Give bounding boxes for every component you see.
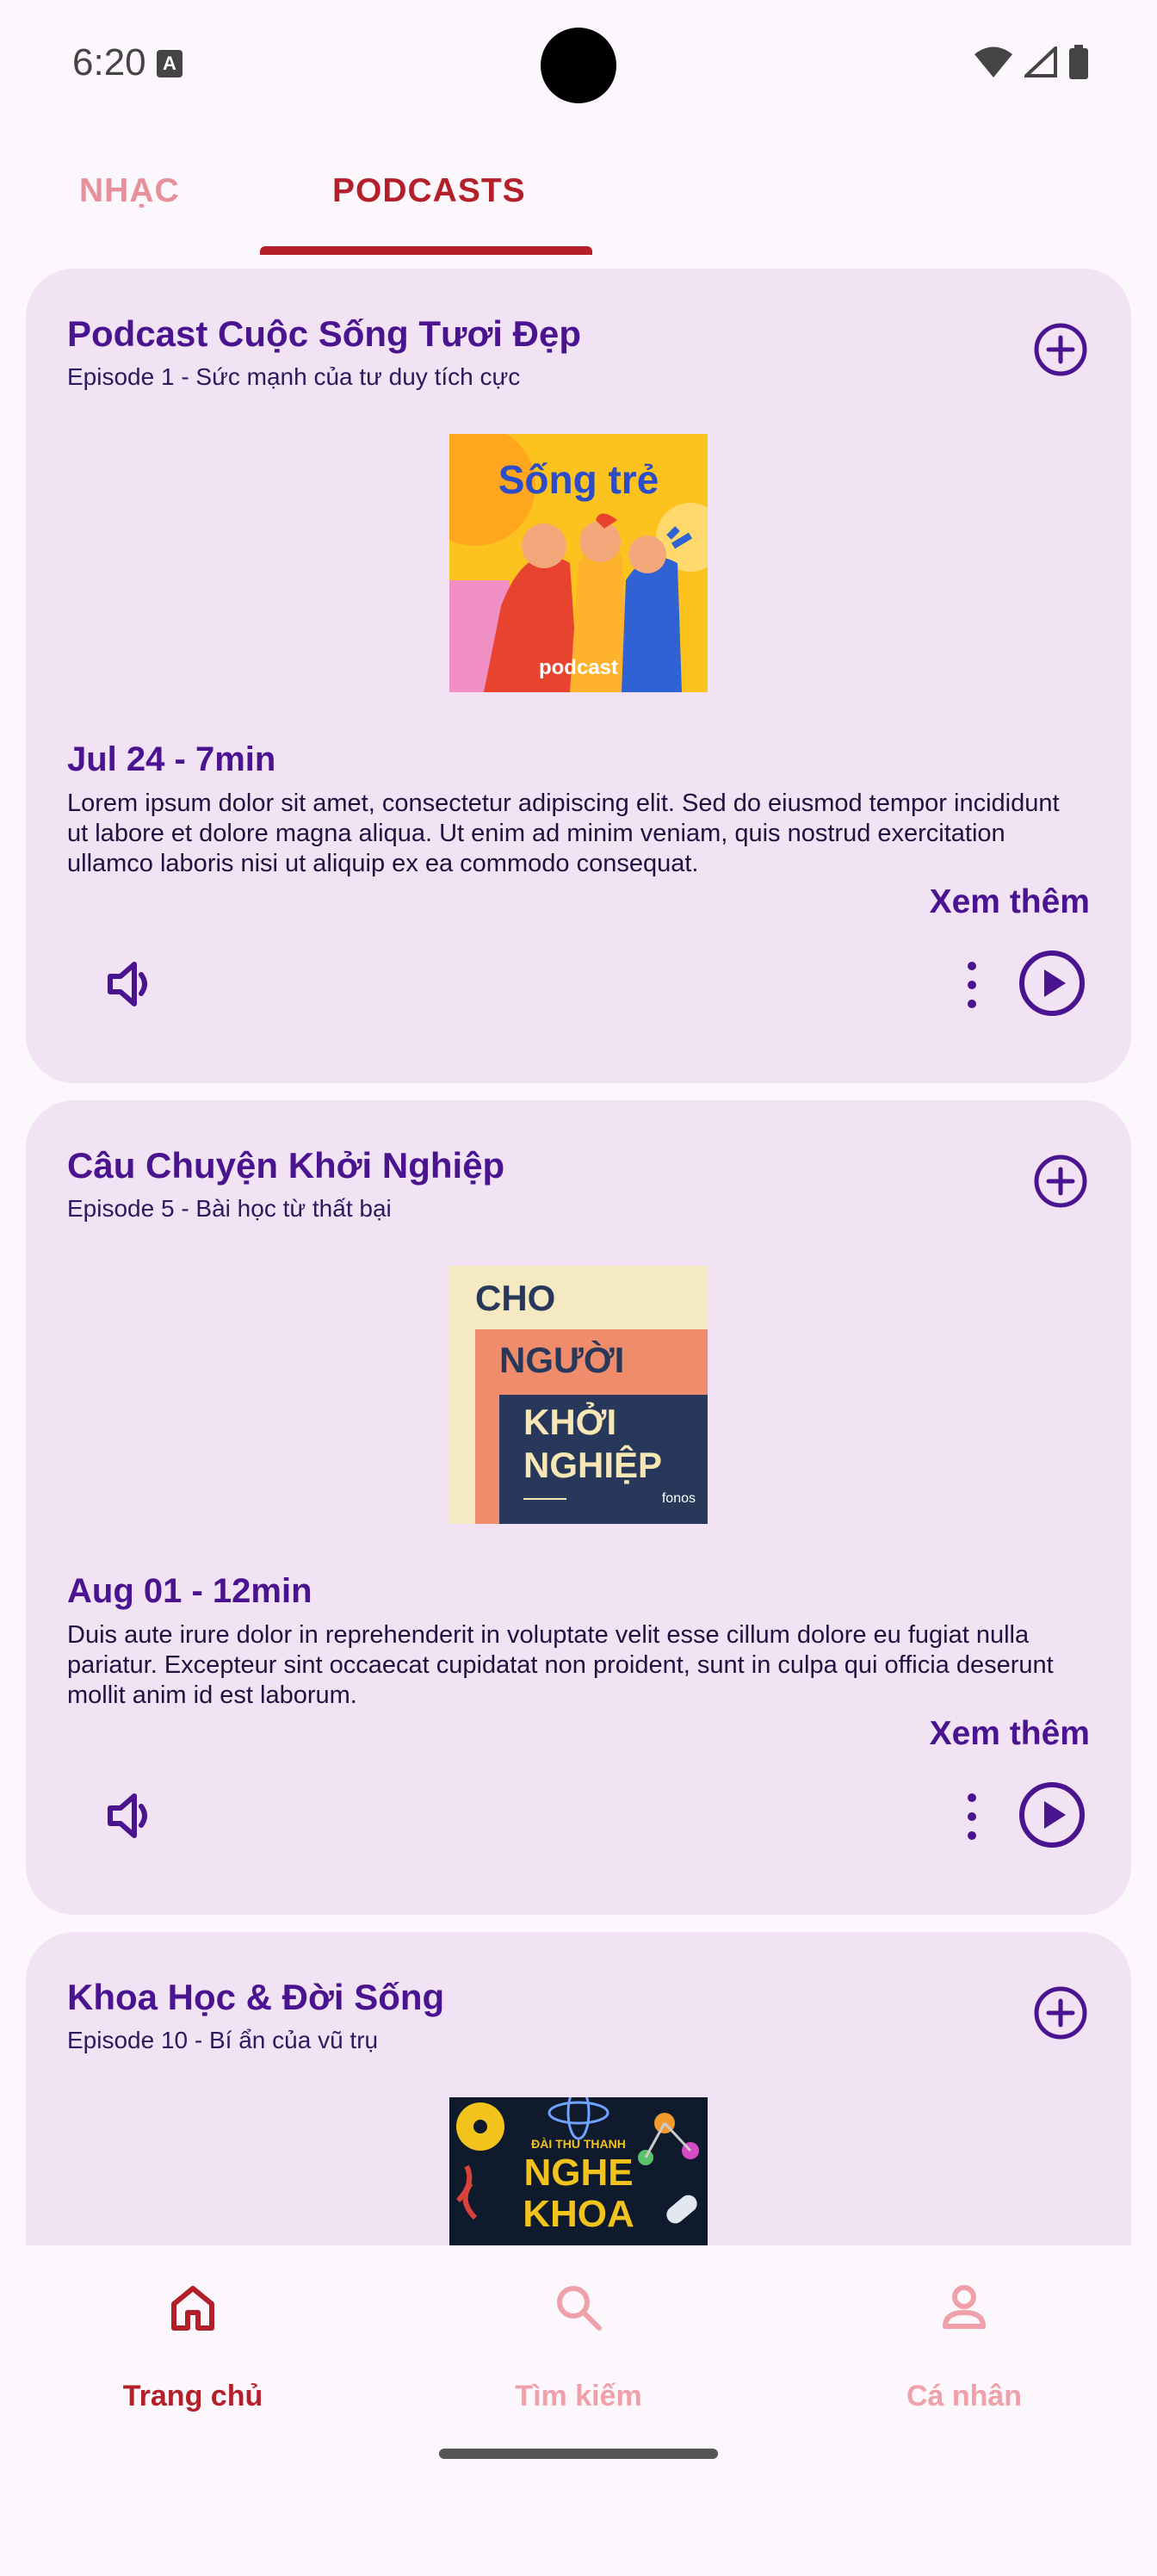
podcast-episode: Episode 5 - Bài học từ thất bại xyxy=(67,1195,392,1222)
nav-home[interactable]: Trang chủ xyxy=(46,2280,339,2413)
cover-line: NGHE xyxy=(523,2152,634,2194)
podcast-description: Lorem ipsum dolor sit amet, consectetur … xyxy=(67,790,1060,877)
add-icon[interactable] xyxy=(1033,1154,1088,1209)
more-options-icon[interactable] xyxy=(959,957,985,1012)
see-more-link[interactable]: Xem thêm xyxy=(930,1715,1090,1753)
camera-cutout xyxy=(541,28,616,103)
podcast-card[interactable]: Khoa Học & Đời Sống Episode 10 - Bí ẩn c… xyxy=(26,1932,1131,2245)
cover-line: NGƯỜI xyxy=(499,1340,625,1380)
podcast-meta: Aug 01 - 12min xyxy=(67,1572,312,1610)
add-icon[interactable] xyxy=(1033,1985,1088,2040)
podcast-card[interactable]: Podcast Cuộc Sống Tươi Đẹp Episode 1 - S… xyxy=(26,269,1131,1083)
home-icon xyxy=(171,2286,214,2331)
podcast-episode: Episode 1 - Sức mạnh của tư duy tích cực xyxy=(67,363,521,390)
podcast-cover: CHO NGƯỜI KHỞI NGHIỆP fonos xyxy=(449,1266,708,1524)
podcast-card[interactable]: Câu Chuyện Khởi Nghiệp Episode 5 - Bài h… xyxy=(26,1100,1131,1915)
nav-search-label: Tìm kiếm xyxy=(515,2380,642,2412)
nav-search[interactable]: Tìm kiếm xyxy=(432,2280,725,2413)
podcast-cover: Sống trẻ podcast xyxy=(449,434,708,692)
bottom-navigation: Trang chủ Tìm kiếm Cá nhân xyxy=(0,2245,1157,2576)
cover-line: NGHIỆP xyxy=(523,1445,663,1485)
cover-line: KHOA xyxy=(523,2193,634,2235)
status-time: 6:20 xyxy=(72,41,146,84)
volume-icon[interactable] xyxy=(102,1786,162,1846)
cover-title: Sống trẻ xyxy=(498,457,659,502)
search-icon xyxy=(557,2286,602,2331)
podcast-cover: ĐÀI THU THANH NGHE KHOA xyxy=(449,2097,708,2245)
podcast-title: Câu Chuyện Khởi Nghiệp xyxy=(67,1145,505,1186)
wifi-icon xyxy=(974,46,1012,77)
tab-nhac[interactable]: NHẠC xyxy=(79,172,180,210)
status-bar: 6:20 A xyxy=(0,0,1157,129)
more-options-icon[interactable] xyxy=(959,1789,985,1844)
person-icon xyxy=(943,2285,986,2329)
cover-brand: fonos xyxy=(661,1491,696,1506)
signal-icon xyxy=(1024,46,1057,77)
nav-profile-label: Cá nhân xyxy=(906,2380,1023,2412)
tab-podcasts[interactable]: PODCASTS xyxy=(332,172,526,210)
podcast-title: Khoa Học & Đời Sống xyxy=(67,1977,445,2017)
podcast-episode: Episode 10 - Bí ẩn của vũ trụ xyxy=(67,2027,379,2053)
cover-line: KHỞI xyxy=(523,1402,617,1442)
add-icon[interactable] xyxy=(1033,322,1088,377)
podcast-title: Podcast Cuộc Sống Tươi Đẹp xyxy=(67,313,581,354)
top-tabs: NHẠC PODCASTS xyxy=(0,146,1157,257)
play-icon[interactable] xyxy=(1018,1780,1086,1849)
cover-divider xyxy=(523,1498,566,1500)
podcast-meta: Jul 24 - 7min xyxy=(67,740,276,778)
podcast-description: Duis aute irure dolor in reprehenderit i… xyxy=(67,1621,1054,1709)
cover-small-text: ĐÀI THU THANH xyxy=(531,2137,626,2151)
status-icons xyxy=(974,45,1088,79)
see-more-link[interactable]: Xem thêm xyxy=(930,883,1090,921)
notification-icon: A xyxy=(157,50,183,77)
battery-icon xyxy=(1069,45,1088,79)
play-icon[interactable] xyxy=(1018,949,1086,1018)
nav-home-label: Trang chủ xyxy=(122,2380,263,2412)
nav-profile[interactable]: Cá nhân xyxy=(818,2280,1111,2413)
cover-line: CHO xyxy=(475,1278,556,1318)
cover-brand: podcast xyxy=(538,656,618,679)
tab-active-indicator xyxy=(260,246,592,255)
home-indicator[interactable] xyxy=(439,2449,718,2459)
volume-icon[interactable] xyxy=(102,954,162,1014)
